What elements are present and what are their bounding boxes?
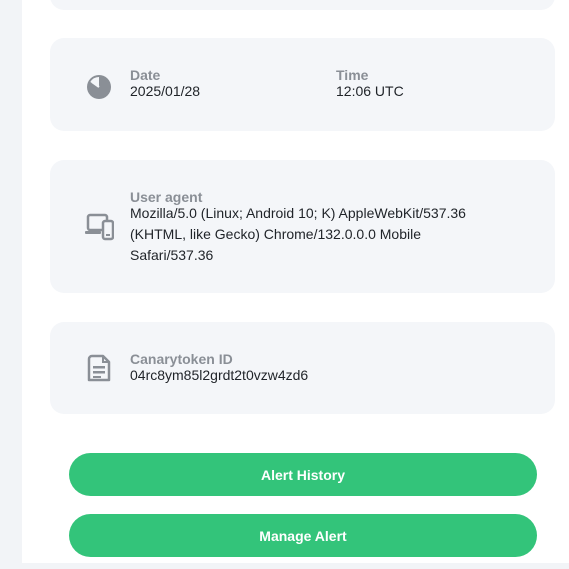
time-value: 12:06 UTC [336,83,404,99]
canarytoken-id-value: 04rc8ym85l2grdt2t0vzw4zd6 [130,367,309,383]
date-value: 2025/01/28 [130,83,201,99]
user-agent-line: (KHTML, like Gecko) Chrome/132.0.0.0 Mob… [130,226,421,242]
date-time-card: Date 2025/01/28 Time 12:06 UTC [50,38,555,131]
devices-icon [84,212,115,242]
user-agent-value: Mozilla/5.0 (Linux; Android 10; K) Apple… [130,203,540,266]
previous-card [50,0,555,10]
manage-alert-button[interactable]: Manage Alert [69,514,537,557]
user-agent-line: Mozilla/5.0 (Linux; Android 10; K) Apple… [130,205,466,221]
document-icon [84,353,114,383]
alert-details-panel: Date 2025/01/28 Time 12:06 UTC User agen… [22,0,569,563]
clock-icon [84,72,114,102]
user-agent-card: User agent Mozilla/5.0 (Linux; Android 1… [50,160,555,293]
user-agent-line: Safari/537.36 [130,247,214,263]
alert-history-button[interactable]: Alert History [69,453,537,496]
canarytoken-id-card: Canarytoken ID 04rc8ym85l2grdt2t0vzw4zd6 [50,322,555,414]
